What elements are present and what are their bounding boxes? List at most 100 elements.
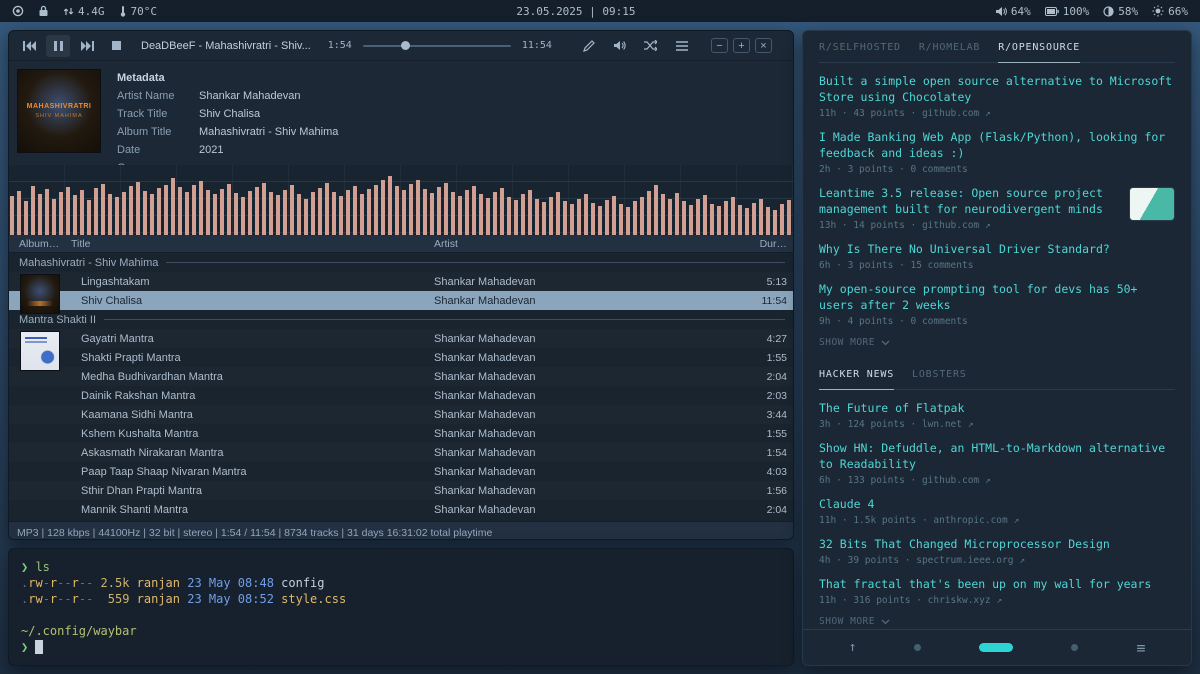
network-module[interactable]: 4.4G	[63, 5, 105, 18]
launcher-icon[interactable]	[12, 5, 24, 17]
feed-item-text: Built a simple open source alternative t…	[819, 73, 1175, 119]
tab-r-selfhosted[interactable]: R/SELFHOSTED	[819, 33, 901, 62]
page-dot[interactable]	[914, 644, 921, 651]
seek-slider-knob[interactable]	[401, 41, 410, 50]
previous-track-button[interactable]	[17, 35, 41, 57]
page-indicator-active[interactable]	[979, 643, 1013, 652]
metadata-key: Date	[117, 144, 199, 156]
track-duration: 5:13	[739, 276, 793, 288]
terminal-window[interactable]: ❯ ls.rw-r--r-- 2.5k ranjan 23 May 08:48 …	[8, 548, 794, 666]
feed-item[interactable]: Leantime 3.5 release: Open source projec…	[819, 185, 1175, 231]
pause-button[interactable]	[46, 35, 70, 57]
column-header-duration[interactable]: Dur…	[739, 238, 794, 250]
playlist-menu-button[interactable]	[670, 35, 694, 57]
feed-item[interactable]: 32 Bits That Changed Microprocessor Desi…	[819, 536, 1175, 566]
seek-slider[interactable]	[363, 45, 511, 47]
playlist-group-header: Mantra Shakti II	[9, 310, 793, 329]
feed-item[interactable]: Built a simple open source alternative t…	[819, 73, 1175, 119]
feed-item-title[interactable]: 32 Bits That Changed Microprocessor Desi…	[819, 536, 1175, 552]
column-header-title[interactable]: Title	[71, 238, 434, 250]
reddit-show-more-button[interactable]: SHOW MORE	[819, 337, 1175, 358]
volume-module[interactable]: 64%	[995, 5, 1031, 18]
terminal-line: ~/.config/waybar	[21, 623, 781, 639]
playlist-row[interactable]: Sthir Dhan Prapti MantraShankar Mahadeva…	[9, 481, 793, 500]
tab-r-opensource[interactable]: R/OPENSOURCE	[998, 33, 1080, 62]
next-track-button[interactable]	[75, 35, 99, 57]
metadata-key: Artist Name	[117, 90, 199, 102]
feed-item-title[interactable]: Show HN: Defuddle, an HTML-to-Markdown a…	[819, 440, 1175, 472]
playlist-row[interactable]: Shiv ChalisaShankar Mahadevan11:54	[9, 291, 793, 310]
spectrum-bar	[52, 199, 56, 235]
brightness-icon	[1152, 5, 1164, 17]
playlist-row[interactable]: Kaamana Sidhi MantraShankar Mahadevan3:4…	[9, 405, 793, 424]
playlist-row[interactable]: LingashtakamShankar Mahadevan5:13	[9, 272, 793, 291]
playlist-row[interactable]: Medha Budhivardhan MantraShankar Mahadev…	[9, 367, 793, 386]
playlist-row[interactable]: Shakti Prapti MantraShankar Mahadevan1:5…	[9, 348, 793, 367]
feed-item[interactable]: I Made Banking Web App (Flask/Python), l…	[819, 129, 1175, 175]
tab-hacker-news[interactable]: HACKER NEWS	[819, 360, 894, 389]
minimize-button[interactable]: −	[711, 38, 728, 53]
spectrum-bar	[500, 188, 504, 235]
brightness-label: 66%	[1168, 5, 1188, 18]
playlist-row[interactable]: Askasmath Nirakaran MantraShankar Mahade…	[9, 443, 793, 462]
feed-item-title[interactable]: Claude 4	[819, 496, 1175, 512]
lock-icon[interactable]	[38, 5, 49, 17]
temperature-module[interactable]: 70°C	[119, 5, 158, 18]
terminal-text: r	[72, 576, 79, 590]
playlist-row[interactable]: Mannik Shanti MantraShankar Mahadevan2:0…	[9, 500, 793, 519]
feed-item-text: That fractal that's been up on my wall f…	[819, 576, 1175, 606]
scroll-top-button[interactable]: ↑	[849, 640, 857, 655]
track-title: Shakti Prapti Mantra	[71, 352, 434, 364]
terminal-text: config	[274, 576, 325, 590]
tab-r-homelab[interactable]: R/HOMELAB	[919, 33, 980, 62]
panel-menu-button[interactable]: ≡	[1136, 639, 1145, 657]
feed-item-title[interactable]: Leantime 3.5 release: Open source projec…	[819, 185, 1119, 217]
battery-module[interactable]: 100%	[1045, 5, 1090, 18]
feed-item-title[interactable]: I Made Banking Web App (Flask/Python), l…	[819, 129, 1175, 161]
tab-lobsters[interactable]: LOBSTERS	[912, 360, 967, 389]
page-dot[interactable]	[1071, 644, 1078, 651]
feed-item-title[interactable]: Built a simple open source alternative t…	[819, 73, 1175, 105]
metadata-rows: Artist NameShankar MahadevanTrack TitleS…	[117, 87, 338, 165]
column-header-artist[interactable]: Artist	[434, 238, 739, 250]
feed-item[interactable]: Why Is There No Universal Driver Standar…	[819, 241, 1175, 271]
close-button[interactable]: ×	[755, 38, 772, 53]
album-art: MAHASHIVRATRI SHIV MAHIMA	[17, 69, 101, 153]
playlist[interactable]: Mahashivratri - Shiv MahimaLingashtakamS…	[9, 253, 793, 521]
stop-button[interactable]	[104, 35, 128, 57]
playlist-row[interactable]: Kshem Kushalta MantraShankar Mahadevan1:…	[9, 424, 793, 443]
spectrum-bar	[10, 196, 14, 235]
spectrum-bar	[24, 201, 28, 235]
spectrum-bar	[325, 183, 329, 235]
playlist-row[interactable]: Dainik Rakshan MantraShankar Mahadevan2:…	[9, 386, 793, 405]
track-title: Paap Taap Shaap Nivaran Mantra	[71, 466, 434, 478]
brightness-module[interactable]: 66%	[1152, 5, 1188, 18]
disk-module[interactable]: 58%	[1103, 5, 1138, 18]
feed-item[interactable]: That fractal that's been up on my wall f…	[819, 576, 1175, 606]
column-header-album[interactable]: Album…	[9, 238, 71, 250]
feed-item[interactable]: Show HN: Defuddle, an HTML-to-Markdown a…	[819, 440, 1175, 486]
spectrum-bar	[122, 192, 126, 235]
edit-pencil-button[interactable]	[577, 35, 601, 57]
thermometer-icon	[119, 5, 127, 17]
spectrum-bar	[472, 186, 476, 235]
playlist-row[interactable]: Paap Taap Shaap Nivaran MantraShankar Ma…	[9, 462, 793, 481]
feed-item[interactable]: My open-source prompting tool for devs h…	[819, 281, 1175, 327]
shuffle-button[interactable]	[639, 35, 663, 57]
playlist-group-header: Mahashivratri - Shiv Mahima	[9, 253, 793, 272]
clock-module[interactable]: 23.05.2025 | 09:15	[516, 5, 635, 18]
spectrum-bar	[591, 203, 595, 235]
spectrum-bar	[710, 204, 714, 236]
playlist-row[interactable]: Gayatri MantraShankar Mahadevan4:27	[9, 329, 793, 348]
feed-item-title[interactable]: My open-source prompting tool for devs h…	[819, 281, 1175, 313]
terminal-text: --	[79, 576, 93, 590]
feed-item-title[interactable]: That fractal that's been up on my wall f…	[819, 576, 1175, 592]
feed-item[interactable]: The Future of Flatpak3h · 124 points · l…	[819, 400, 1175, 430]
spectrum-bar	[346, 190, 350, 235]
volume-button[interactable]	[608, 35, 632, 57]
feed-item[interactable]: Claude 411h · 1.5k points · anthropic.co…	[819, 496, 1175, 526]
feed-item-meta: 13h · 14 points · github.com ↗	[819, 220, 1119, 231]
feed-item-title[interactable]: Why Is There No Universal Driver Standar…	[819, 241, 1175, 257]
feed-item-title[interactable]: The Future of Flatpak	[819, 400, 1175, 416]
maximize-button[interactable]: +	[733, 38, 750, 53]
